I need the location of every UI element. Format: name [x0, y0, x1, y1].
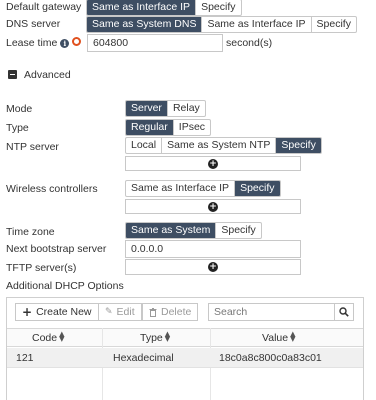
wireless-controllers-add-button[interactable]: + — [125, 199, 301, 214]
lease-time-unit: second(s) — [226, 37, 273, 49]
default-gateway-label: Default gateway — [6, 1, 82, 13]
type-toggle: Regular IPsec — [125, 119, 212, 136]
time-zone-label: Time zone — [6, 226, 55, 238]
mode-option-relay[interactable]: Relay — [168, 101, 205, 116]
wireless-controllers-option-interface-ip[interactable]: Same as Interface IP — [126, 181, 236, 196]
dns-server-option-system-dns[interactable]: Same as System DNS — [87, 17, 203, 32]
next-bootstrap-server-row: Next bootstrap server 0.0.0.0 — [0, 240, 376, 258]
plus-icon: + — [208, 158, 218, 169]
ntp-server-option-system-ntp[interactable]: Same as System NTP — [162, 138, 277, 153]
search-button[interactable] — [334, 304, 353, 320]
column-header-value[interactable]: Value ▲ ▼ — [262, 330, 296, 345]
dns-server-option-specify[interactable]: Specify — [312, 17, 356, 32]
ntp-server-row: NTP server Local Same as System NTP Spec… — [0, 137, 376, 155]
type-option-ipsec[interactable]: IPsec — [174, 120, 210, 135]
collapse-icon[interactable] — [8, 70, 17, 79]
tftp-servers-row: TFTP server(s) + — [0, 259, 376, 277]
create-new-button[interactable]: + Create New — [15, 303, 99, 321]
sort-icon: ▲ ▼ — [59, 330, 65, 343]
cell-code: 121 — [16, 352, 34, 364]
table-header: Code ▲ ▼ Type ▲ ▼ Value ▲ ▼ — [7, 328, 363, 347]
dns-server-toggle: Same as System DNS Same as Interface IP … — [86, 16, 357, 33]
lease-time-label-text: Lease time — [6, 37, 58, 49]
mode-label: Mode — [6, 103, 33, 115]
ntp-server-label: NTP server — [6, 141, 59, 153]
column-header-value-label: Value — [262, 332, 289, 344]
info-icon[interactable]: i — [60, 39, 70, 48]
cell-value: 18c0a8c800c0a83c01 — [219, 352, 322, 364]
default-gateway-toggle: Same as Interface IP Specify — [86, 0, 242, 16]
delete-button[interactable]: Delete — [142, 303, 199, 321]
column-header-code[interactable]: Code ▲ ▼ — [32, 330, 65, 345]
column-header-code-label: Code — [32, 332, 58, 344]
type-row: Type Regular IPsec — [0, 119, 376, 137]
time-zone-option-system[interactable]: Same as System — [126, 223, 217, 238]
advanced-section-label[interactable]: Advanced — [24, 69, 71, 81]
edit-label: Edit — [116, 306, 135, 318]
mode-row: Mode Server Relay — [0, 100, 376, 118]
cell-type: Hexadecimal — [113, 352, 174, 364]
mode-option-server[interactable]: Server — [126, 101, 168, 116]
dns-server-label: DNS server — [6, 18, 61, 30]
plus-icon: + — [208, 262, 218, 272]
delete-label: Delete — [161, 306, 192, 318]
search-box — [208, 303, 354, 321]
search-icon — [339, 307, 349, 317]
ntp-server-option-specify[interactable]: Specify — [276, 138, 321, 153]
dhcp-options-panel: + Create New ✎ Edit Delete Code▲▼ Type▲▼ — [6, 297, 364, 400]
time-zone-option-specify[interactable]: Specify — [216, 223, 260, 238]
type-label: Type — [6, 122, 29, 134]
wireless-controllers-toggle: Same as Interface IP Specify — [125, 180, 281, 197]
create-new-label: Create New — [36, 306, 92, 318]
plus-icon: + — [208, 201, 218, 212]
wireless-controllers-row: Wireless controllers Same as Interface I… — [0, 180, 376, 198]
column-header-type-label: Type — [140, 332, 163, 344]
next-bootstrap-server-label: Next bootstrap server — [6, 243, 107, 255]
time-zone-row: Time zone Same as System Specify — [0, 222, 376, 240]
ntp-server-toggle: Local Same as System NTP Specify — [125, 137, 322, 154]
ntp-server-option-local[interactable]: Local — [126, 138, 163, 153]
tftp-servers-add-button[interactable]: + — [125, 259, 301, 275]
column-header-type[interactable]: Type ▲ ▼ — [140, 330, 171, 345]
wireless-controllers-option-specify[interactable]: Specify — [235, 181, 280, 196]
next-bootstrap-server-input[interactable]: 0.0.0.0 — [125, 240, 301, 258]
tftp-servers-label: TFTP server(s) — [6, 262, 77, 274]
table-row[interactable]: 121 Hexadecimal 18c0a8c800c0a83c01 — [7, 348, 363, 368]
edit-button[interactable]: ✎ Edit — [98, 303, 142, 321]
mode-toggle: Server Relay — [125, 100, 206, 117]
dns-server-option-interface-ip[interactable]: Same as Interface IP — [202, 17, 312, 32]
plus-icon: + — [22, 305, 33, 319]
lease-time-input[interactable]: 604800 — [87, 34, 223, 52]
toggle-icon[interactable] — [72, 37, 82, 46]
default-gateway-option-interface-ip[interactable]: Same as Interface IP — [87, 0, 197, 15]
lease-time-row: Lease time i 604800 second(s) — [0, 34, 376, 52]
dns-server-row: DNS server Same as System DNS Same as In… — [0, 16, 376, 34]
pencil-icon: ✎ — [105, 307, 113, 317]
time-zone-toggle: Same as System Specify — [125, 222, 262, 239]
dhcp-options-label: Additional DHCP Options — [6, 280, 124, 292]
trash-icon — [149, 307, 157, 317]
ntp-server-add-button[interactable]: + — [125, 156, 301, 171]
default-gateway-option-specify[interactable]: Specify — [196, 0, 240, 15]
lease-time-label: Lease time i — [6, 37, 82, 49]
sort-icon: ▲ ▼ — [164, 330, 171, 343]
sort-icon: ▲ ▼ — [290, 330, 296, 343]
type-option-regular[interactable]: Regular — [126, 120, 174, 135]
wireless-controllers-label: Wireless controllers — [6, 183, 98, 195]
search-input[interactable] — [209, 304, 334, 320]
